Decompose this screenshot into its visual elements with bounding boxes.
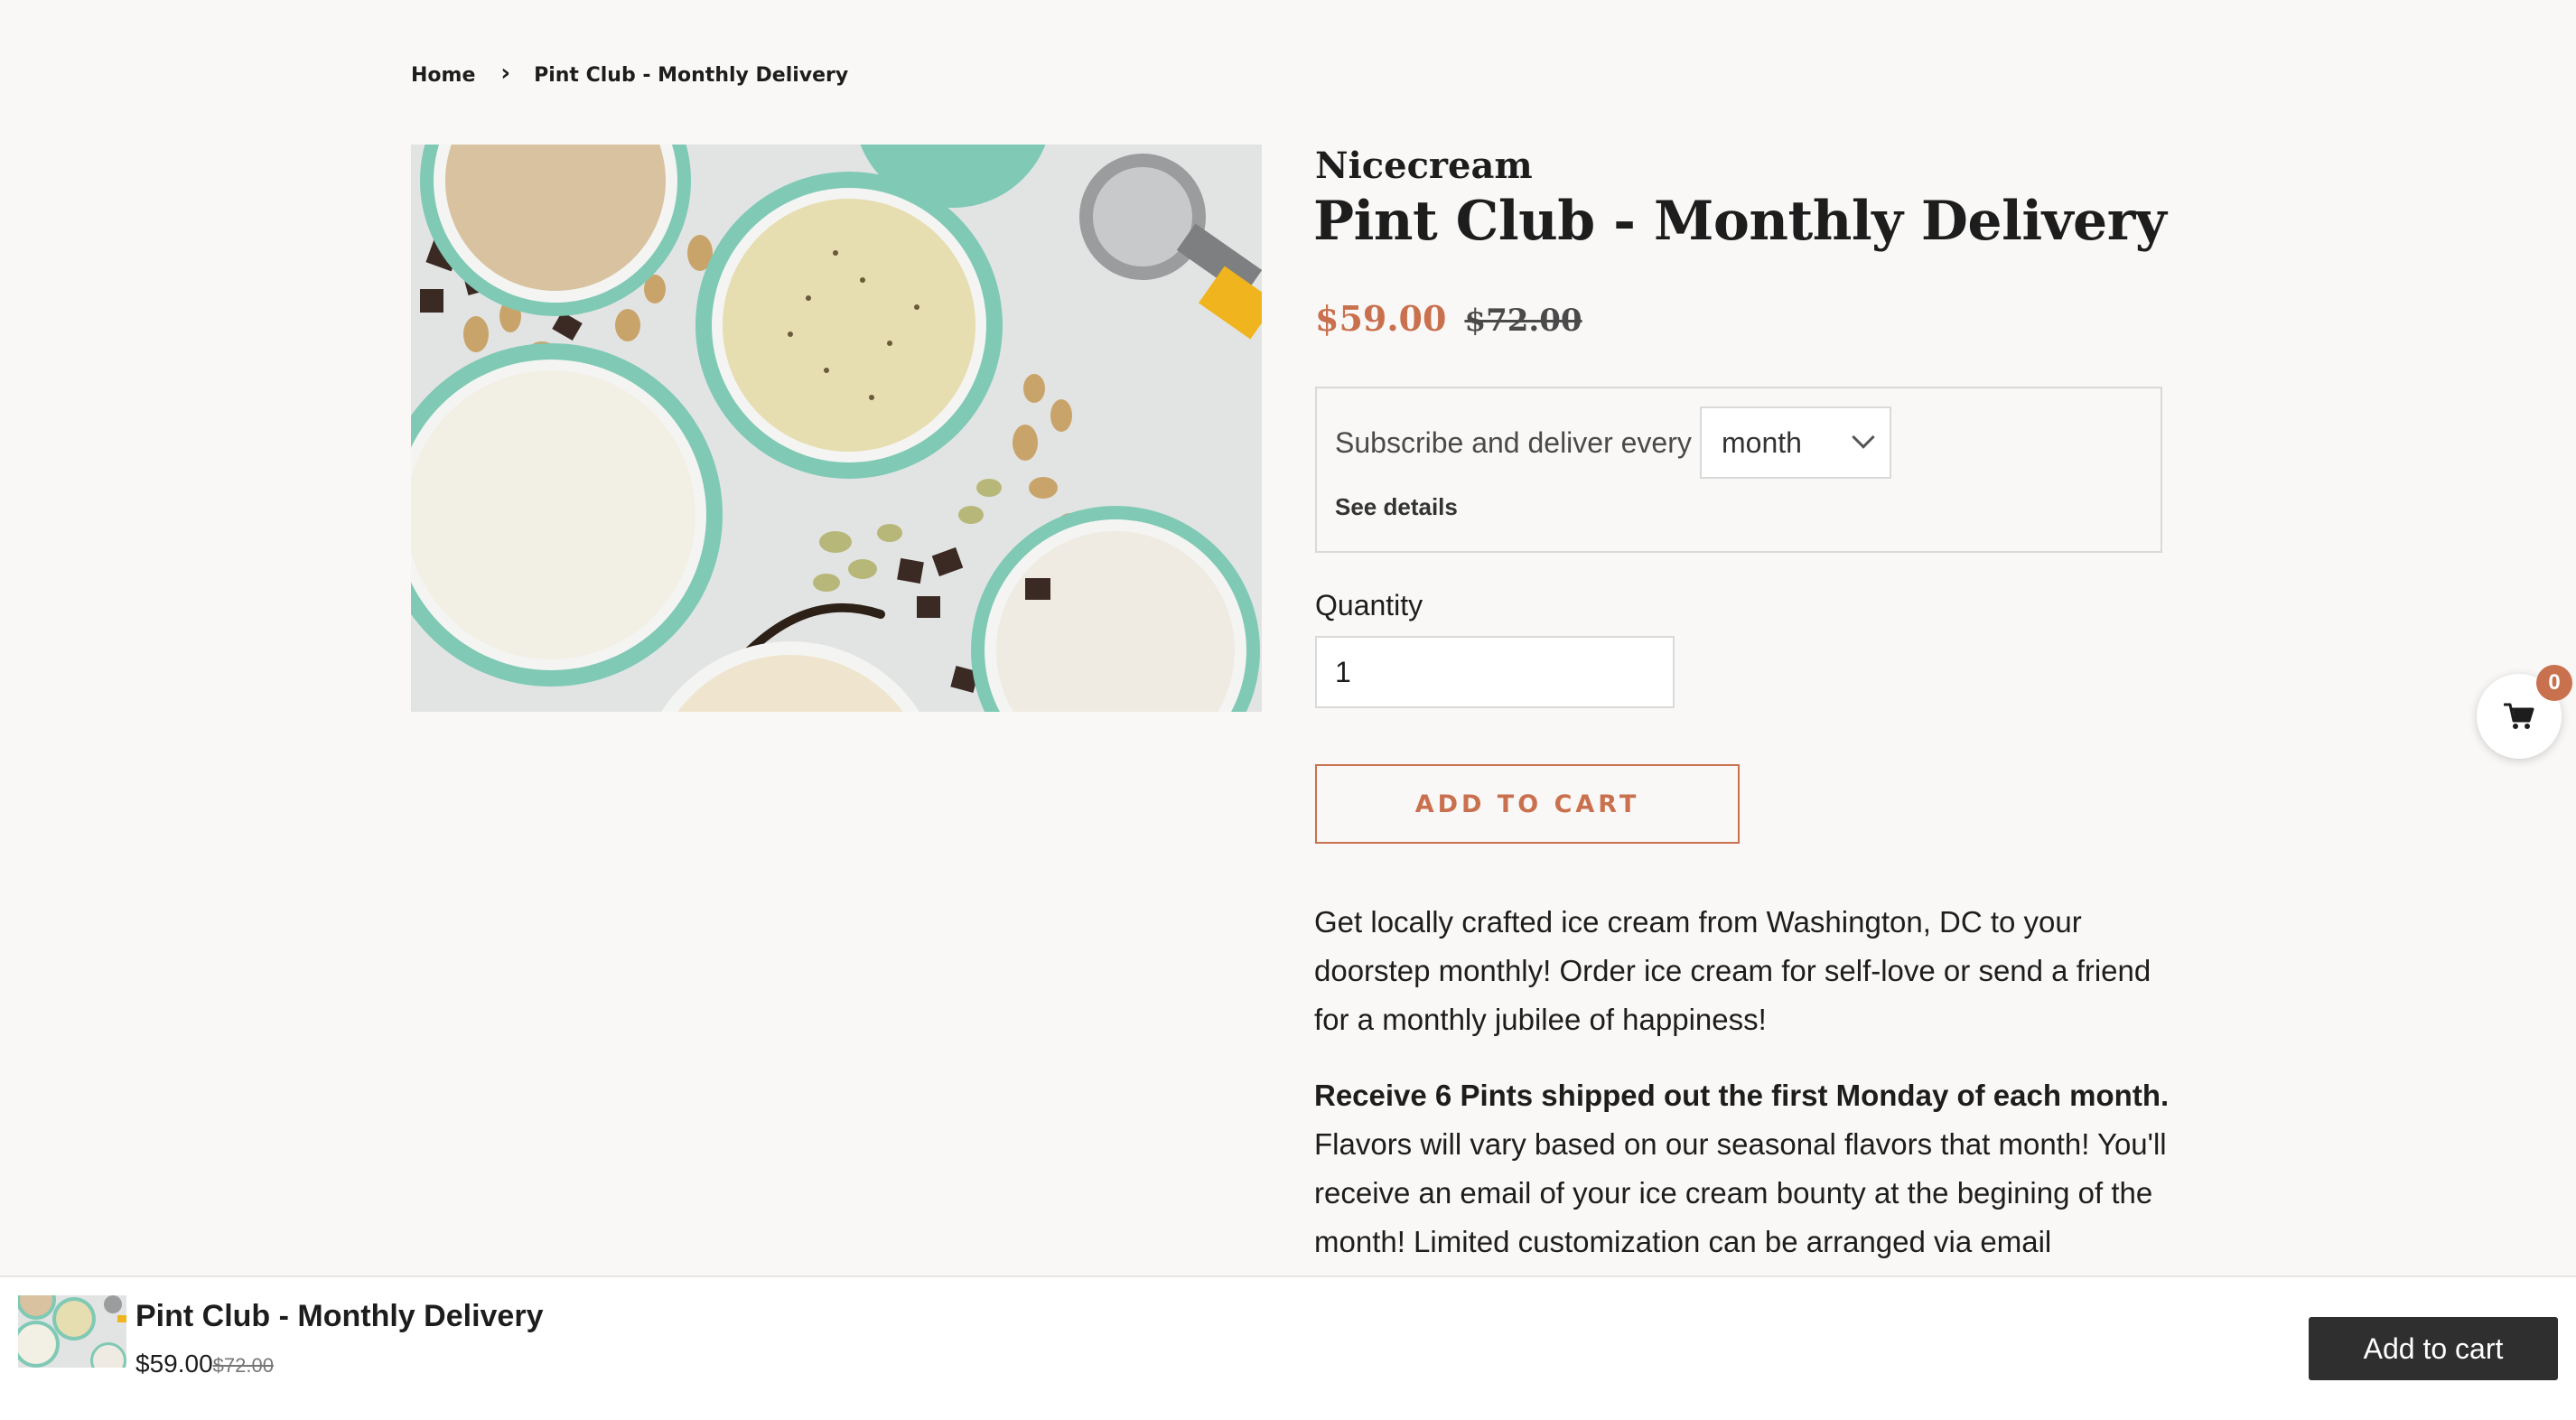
breadcrumb-home-link[interactable]: Home [411, 64, 475, 87]
breadcrumb-current: Pint Club - Monthly Delivery [534, 63, 849, 87]
description-details: Receive 6 Pints shipped out the first Mo… [1314, 1071, 2181, 1266]
compare-at-price: $72.00 [1464, 303, 1582, 339]
sticky-compare-price: $72.00 [212, 1354, 274, 1377]
cart-count-badge: 0 [2536, 665, 2572, 701]
add-to-cart-button[interactable]: ADD TO CART [1315, 764, 1740, 844]
price-row: $59.00 $72.00 [1315, 298, 1582, 339]
description-intro: Get locally crafted ice cream from Washi… [1314, 905, 2151, 1036]
sticky-sale-price: $59.00 [135, 1350, 213, 1378]
subscription-box: Subscribe and deliver every month See de… [1315, 387, 2162, 553]
cart-icon [2504, 703, 2534, 729]
sticky-add-to-cart-bar: Pint Club - Monthly Delivery $59.00 $72.… [0, 1275, 2576, 1420]
product-image[interactable] [411, 145, 1262, 712]
product-vendor: Nicecream [1315, 145, 1533, 187]
frequency-value: month [1722, 425, 1802, 459]
product-description: Get locally crafted ice cream from Washi… [1314, 898, 2181, 1294]
sticky-price-row: $59.00 $72.00 [135, 1350, 274, 1378]
description-rest: Flavors will vary based on our seasonal … [1314, 1127, 2167, 1258]
ice-cream-thumbnail [18, 1295, 126, 1368]
sticky-product-title: Pint Club - Monthly Delivery [135, 1299, 544, 1333]
breadcrumb-chevron-icon: › [500, 60, 511, 87]
breadcrumb: Home › Pint Club - Monthly Delivery [411, 60, 849, 87]
sticky-product-thumbnail [18, 1295, 126, 1368]
ice-cream-pints-photo [411, 145, 1262, 712]
subscription-label: Subscribe and deliver every [1335, 426, 1692, 459]
chevron-down-icon [1852, 425, 1875, 449]
quantity-label: Quantity [1315, 589, 1423, 621]
product-title: Pint Club - Monthly Delivery [1313, 190, 2167, 253]
description-bold: Receive 6 Pints shipped out the first Mo… [1314, 1079, 2170, 1112]
frequency-select[interactable]: month [1700, 406, 1891, 479]
sale-price: $59.00 [1315, 298, 1447, 339]
sticky-add-to-cart-button[interactable]: Add to cart [2309, 1317, 2558, 1380]
see-details-link[interactable]: See details [1335, 493, 1458, 521]
quantity-input[interactable] [1315, 636, 1675, 708]
